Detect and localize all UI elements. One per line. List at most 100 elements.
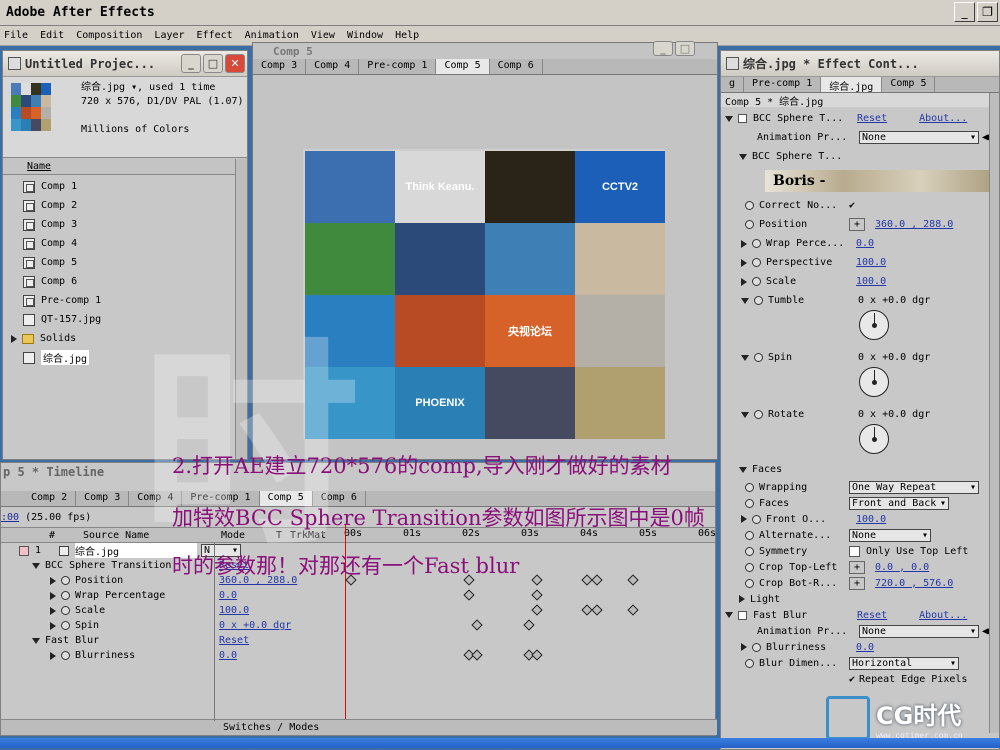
stopwatch-icon[interactable] — [752, 258, 761, 267]
crop-tl-value[interactable]: 0.0 , 0.0 — [875, 562, 929, 573]
spin-value[interactable]: 0 x +0.0 dgr — [858, 352, 930, 363]
bcc-about-link[interactable]: About... — [919, 113, 967, 124]
comp-maximize-button[interactable]: □ — [675, 41, 695, 56]
crosshair-icon[interactable]: + — [849, 576, 865, 590]
expand-arrow-icon[interactable] — [32, 562, 40, 569]
tumble-dial[interactable] — [859, 310, 889, 340]
rotate-dial[interactable] — [859, 424, 889, 454]
taskbar[interactable] — [0, 738, 1000, 748]
project-minimize-button[interactable]: _ — [181, 54, 201, 73]
tab-pre-comp-1[interactable]: Pre-comp 1 — [744, 77, 822, 92]
scale-value[interactable]: 100.0 — [856, 276, 886, 287]
expand-arrow-icon[interactable] — [50, 576, 56, 585]
menu-view[interactable]: View — [311, 30, 335, 41]
fastblur-preset-dropdown[interactable]: None — [859, 624, 979, 638]
blurriness-value[interactable]: 0.0 — [856, 642, 874, 653]
fastblur-about-link[interactable]: About... — [919, 610, 967, 621]
menu-file[interactable]: File — [4, 30, 28, 41]
fx-toggle[interactable] — [738, 114, 747, 123]
stopwatch-icon[interactable] — [745, 201, 754, 210]
timeline-property-row[interactable]: Fast Blur Reset — [1, 633, 715, 648]
bcc-reset-link[interactable]: Reset — [857, 113, 887, 124]
effect-scrollbar[interactable] — [989, 93, 999, 733]
label-color[interactable] — [19, 545, 29, 556]
project-close-button[interactable]: ✕ — [225, 54, 245, 73]
restore-button[interactable]: ❐ — [977, 2, 998, 22]
stopwatch-icon[interactable] — [61, 576, 70, 585]
timeline-property-row[interactable]: Spin 0 x +0.0 dgr — [1, 618, 715, 633]
property-value[interactable]: 0.0 — [219, 650, 237, 661]
tab-comp-6[interactable]: Comp 6 — [490, 59, 543, 74]
timeline-property-row[interactable]: Blurriness 0.0 — [1, 648, 715, 663]
menu-edit[interactable]: Edit — [40, 30, 64, 41]
stopwatch-icon[interactable] — [61, 621, 70, 630]
correct-checkbox[interactable]: ✔ — [849, 200, 855, 211]
comp-minimize-button[interactable]: _ — [653, 41, 673, 56]
wrapping-dropdown[interactable]: One Way Repeat — [849, 480, 979, 494]
project-item[interactable]: Comp 3 — [23, 215, 247, 234]
property-value[interactable]: 0 x +0.0 dgr — [219, 620, 291, 631]
stopwatch-icon[interactable] — [754, 296, 763, 305]
stopwatch-icon[interactable] — [752, 277, 761, 286]
expand-arrow-icon[interactable] — [50, 621, 56, 630]
expand-arrow-icon[interactable] — [50, 606, 56, 615]
tab-pre-comp-1[interactable]: Pre-comp 1 — [359, 59, 437, 74]
stopwatch-icon[interactable] — [754, 410, 763, 419]
repeat-edge-check[interactable]: ✔ — [849, 674, 855, 685]
tab-comp-5[interactable]: Comp 5 — [882, 77, 936, 92]
stopwatch-icon[interactable] — [745, 220, 754, 229]
menu-effect[interactable]: Effect — [197, 30, 233, 41]
rotate-value[interactable]: 0 x +0.0 dgr — [858, 409, 930, 420]
tab-g[interactable]: g — [721, 77, 745, 92]
tab-comp-5[interactable]: Comp 5 — [436, 59, 490, 74]
tab-layer[interactable]: 综合.jpg — [821, 77, 883, 93]
fastblur-reset-link[interactable]: Reset — [857, 610, 887, 621]
tab-comp-3[interactable]: Comp 3 — [76, 491, 130, 506]
blur-dimension-dropdown[interactable]: Horizontal — [849, 656, 959, 670]
stopwatch-icon[interactable] — [752, 239, 761, 248]
minimize-button[interactable]: _ — [954, 2, 975, 22]
wrap-value[interactable]: 0.0 — [856, 238, 874, 249]
property-value[interactable]: 100.0 — [219, 605, 249, 616]
front-value[interactable]: 100.0 — [856, 514, 886, 525]
menu-composition[interactable]: Composition — [76, 30, 142, 41]
menu-help[interactable]: Help — [395, 30, 419, 41]
crosshair-icon[interactable]: + — [849, 218, 865, 231]
menu-window[interactable]: Window — [347, 30, 383, 41]
expand-arrow-icon[interactable] — [32, 637, 40, 644]
name-column-header[interactable]: Name — [27, 161, 51, 172]
property-value[interactable]: Reset — [219, 635, 249, 646]
project-item[interactable]: Comp 4 — [23, 234, 247, 253]
faces-dropdown[interactable]: Front and Back — [849, 496, 949, 510]
project-item[interactable]: Comp 2 — [23, 196, 247, 215]
position-value[interactable]: 360.0 , 288.0 — [875, 219, 953, 230]
stopwatch-icon[interactable] — [61, 591, 70, 600]
project-maximize-button[interactable]: □ — [203, 54, 223, 73]
spin-dial[interactable] — [859, 367, 889, 397]
switches-modes-toggle[interactable]: Switches / Modes — [223, 722, 319, 733]
perspective-value[interactable]: 100.0 — [856, 257, 886, 268]
current-time[interactable]: :00 — [1, 512, 19, 523]
anim-preset-dropdown[interactable]: None — [859, 131, 979, 144]
tab-comp-4[interactable]: Comp 4 — [306, 59, 360, 74]
project-item[interactable]: Comp 1 — [23, 177, 247, 196]
expand-arrow-icon[interactable] — [11, 334, 17, 343]
menu-animation[interactable]: Animation — [245, 30, 299, 41]
stopwatch-icon[interactable] — [61, 651, 70, 660]
menu-layer[interactable]: Layer — [154, 30, 184, 41]
stopwatch-icon[interactable] — [754, 353, 763, 362]
timeline-property-row[interactable]: Scale 100.0 — [1, 603, 715, 618]
timeline-property-row[interactable]: Wrap Percentage 0.0 — [1, 588, 715, 603]
expand-arrow-icon[interactable] — [50, 651, 56, 660]
fx-toggle[interactable] — [738, 610, 747, 620]
tab-comp-3[interactable]: Comp 3 — [253, 59, 307, 74]
tab-comp-2[interactable]: Comp 2 — [1, 491, 77, 506]
crop-br-value[interactable]: 720.0 , 576.0 — [875, 578, 953, 589]
tumble-value[interactable]: 0 x +0.0 dgr — [858, 295, 930, 306]
stopwatch-icon[interactable] — [61, 606, 70, 615]
property-value[interactable]: 0.0 — [219, 590, 237, 601]
top-left-checkbox[interactable] — [849, 545, 860, 557]
expand-arrow-icon[interactable] — [50, 591, 56, 600]
crosshair-icon[interactable]: + — [849, 560, 865, 574]
alternate-dropdown[interactable]: None — [849, 528, 931, 542]
